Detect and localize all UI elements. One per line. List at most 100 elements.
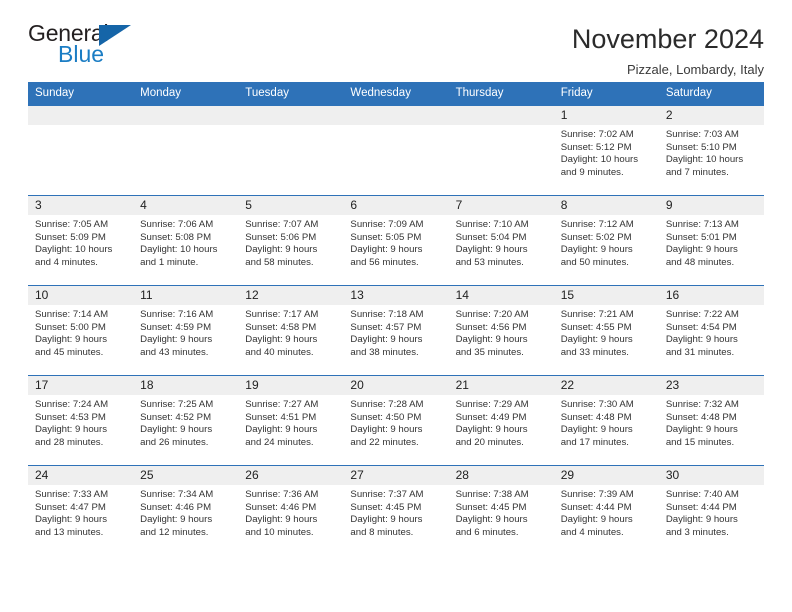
day-number: 3 [28, 196, 134, 215]
calendar-day-cell[interactable]: 28 Sunrise: 7:38 AM Sunset: 4:45 PM Dayligh… [448, 465, 554, 556]
daylight-text-line1: Daylight: 9 hours [140, 334, 213, 346]
sunset-text: Sunset: 4:58 PM [245, 321, 317, 333]
sun-info: Sunrise: 7:29 AM Sunset: 4:49 PM Daylight:… [449, 395, 554, 449]
daylight-text-line2: and 28 minutes. [35, 436, 104, 448]
calendar-day-cell[interactable]: 5 Sunrise: 7:07 AM Sunset: 5:06 PM Daylight… [238, 195, 344, 286]
daylight-text-line2: and 50 minutes. [560, 256, 629, 268]
daylight-text-line2: and 15 minutes. [665, 436, 735, 448]
calendar-day-cell[interactable]: 7 Sunrise: 7:10 AM Sunset: 5:04 PM Daylight… [448, 195, 554, 286]
sunset-text: Sunset: 4:50 PM [350, 411, 422, 423]
sun-info: Sunrise: 7:16 AM Sunset: 4:59 PM Daylight:… [133, 305, 238, 359]
sun-info: Sunrise: 7:39 AM Sunset: 4:44 PM Daylight:… [554, 485, 659, 539]
calendar-day-cell[interactable]: 12 Sunrise: 7:17 AM Sunset: 4:58 PM Dayligh… [238, 285, 344, 376]
day-number: 1 [553, 106, 659, 125]
sunset-text: Sunset: 4:46 PM [140, 501, 212, 513]
calendar-day-cell[interactable]: 30 Sunrise: 7:40 AM Sunset: 4:44 PM Dayligh… [658, 465, 764, 556]
sunset-text: Sunset: 5:12 PM [560, 141, 632, 153]
sun-info: Sunrise: 7:34 AM Sunset: 4:46 PM Daylight:… [133, 485, 238, 539]
sunrise-text: Sunrise: 7:05 AM [35, 219, 109, 230]
calendar-day-cell[interactable]: 2 Sunrise: 7:03 AM Sunset: 5:10 PM Daylight… [658, 105, 764, 196]
calendar-day-cell[interactable]: 3 Sunrise: 7:05 AM Sunset: 5:09 PM Daylight… [28, 195, 134, 286]
sun-info: Sunrise: 7:17 AM Sunset: 4:58 PM Daylight:… [238, 305, 343, 359]
general-blue-logo[interactable]: General Blue [28, 22, 138, 72]
sunset-text: Sunset: 4:48 PM [560, 411, 632, 423]
sun-info: Sunrise: 7:12 AM Sunset: 5:02 PM Daylight:… [554, 215, 659, 269]
daylight-text-line2: and 20 minutes. [455, 436, 524, 448]
day-number: 18 [133, 376, 239, 395]
calendar-day-cell[interactable]: 1 Sunrise: 7:02 AM Sunset: 5:12 PM Daylight… [553, 105, 659, 196]
sunset-text: Sunset: 5:00 PM [35, 321, 106, 333]
sunset-text: Sunset: 5:09 PM [35, 231, 106, 243]
sun-info: Sunrise: 7:25 AM Sunset: 4:52 PM Daylight:… [133, 395, 238, 449]
sun-info: Sunrise: 7:37 AM Sunset: 4:45 PM Daylight:… [343, 485, 448, 539]
sunrise-text: Sunrise: 7:40 AM [665, 489, 739, 500]
daylight-text-line1: Daylight: 9 hours [35, 514, 107, 526]
daylight-text-line1: Daylight: 9 hours [140, 424, 213, 436]
calendar-day-cell[interactable]: 20 Sunrise: 7:28 AM Sunset: 4:50 PM Dayligh… [343, 375, 449, 466]
sunrise-text: Sunrise: 7:32 AM [665, 399, 739, 410]
calendar-day-cell[interactable]: 19 Sunrise: 7:27 AM Sunset: 4:51 PM Dayligh… [238, 375, 344, 466]
calendar-day-cell[interactable]: 23 Sunrise: 7:32 AM Sunset: 4:48 PM Dayligh… [658, 375, 764, 466]
calendar-week-row: 17 Sunrise: 7:24 AM Sunset: 4:53 PM Dayligh… [28, 375, 764, 466]
calendar-day-cell[interactable]: 14 Sunrise: 7:20 AM Sunset: 4:56 PM Dayligh… [448, 285, 554, 376]
calendar-day-cell[interactable]: 24 Sunrise: 7:33 AM Sunset: 4:47 PM Dayligh… [28, 465, 134, 556]
daylight-text-line1: Daylight: 9 hours [455, 514, 528, 526]
sunrise-text: Sunrise: 7:30 AM [560, 399, 634, 410]
daylight-text-line2: and 1 minute. [140, 256, 199, 268]
weekday-header-saturday: Saturday [658, 82, 764, 106]
calendar-day-cell[interactable]: 26 Sunrise: 7:36 AM Sunset: 4:46 PM Dayligh… [238, 465, 344, 556]
sunrise-text: Sunrise: 7:06 AM [140, 219, 214, 230]
day-number [28, 106, 134, 125]
location-subtitle: Pizzale, Lombardy, Italy [626, 62, 764, 78]
sunrise-text: Sunrise: 7:09 AM [350, 219, 424, 230]
sun-info: Sunrise: 7:18 AM Sunset: 4:57 PM Daylight:… [343, 305, 448, 359]
day-number: 20 [343, 376, 449, 395]
day-number: 22 [553, 376, 659, 395]
daylight-text-line2: and 56 minutes. [350, 256, 419, 268]
calendar-day-cell[interactable]: 17 Sunrise: 7:24 AM Sunset: 4:53 PM Dayligh… [28, 375, 134, 466]
calendar-day-cell[interactable]: 22 Sunrise: 7:30 AM Sunset: 4:48 PM Dayligh… [553, 375, 659, 466]
daylight-text-line1: Daylight: 9 hours [35, 424, 107, 436]
calendar-day-cell[interactable]: 9 Sunrise: 7:13 AM Sunset: 5:01 PM Daylight… [658, 195, 764, 286]
calendar-day-cell[interactable]: 11 Sunrise: 7:16 AM Sunset: 4:59 PM Dayligh… [133, 285, 239, 376]
calendar-day-cell[interactable]: 18 Sunrise: 7:25 AM Sunset: 4:52 PM Dayligh… [133, 375, 239, 466]
sunrise-text: Sunrise: 7:33 AM [35, 489, 109, 500]
daylight-text-line2: and 58 minutes. [245, 256, 314, 268]
sunset-text: Sunset: 4:54 PM [665, 321, 737, 333]
daylight-text-line2: and 7 minutes. [665, 166, 729, 178]
sunset-text: Sunset: 4:57 PM [350, 321, 422, 333]
daylight-text-line1: Daylight: 9 hours [455, 244, 528, 256]
calendar-week-row: 1 Sunrise: 7:02 AM Sunset: 5:12 PM Daylight… [28, 105, 764, 196]
calendar-day-cell[interactable]: 29 Sunrise: 7:39 AM Sunset: 4:44 PM Dayligh… [553, 465, 659, 556]
calendar-day-cell[interactable]: 10 Sunrise: 7:14 AM Sunset: 5:00 PM Dayligh… [28, 285, 134, 376]
daylight-text-line2: and 13 minutes. [35, 526, 104, 538]
sunset-text: Sunset: 4:45 PM [350, 501, 422, 513]
sun-info: Sunrise: 7:21 AM Sunset: 4:55 PM Daylight:… [554, 305, 659, 359]
calendar-day-cell[interactable]: 21 Sunrise: 7:29 AM Sunset: 4:49 PM Dayligh… [448, 375, 554, 466]
sunrise-text: Sunrise: 7:10 AM [455, 219, 529, 230]
calendar-day-cell[interactable]: 8 Sunrise: 7:12 AM Sunset: 5:02 PM Daylight… [553, 195, 659, 286]
calendar-day-cell[interactable]: 13 Sunrise: 7:18 AM Sunset: 4:57 PM Dayligh… [343, 285, 449, 376]
sunrise-text: Sunrise: 7:16 AM [140, 309, 214, 320]
sunrise-text: Sunrise: 7:20 AM [455, 309, 529, 320]
calendar-day-cell[interactable]: 16 Sunrise: 7:22 AM Sunset: 4:54 PM Dayligh… [658, 285, 764, 376]
daylight-text-line2: and 4 minutes. [560, 526, 624, 538]
sun-info: Sunrise: 7:24 AM Sunset: 4:53 PM Daylight:… [28, 395, 133, 449]
calendar-day-cell[interactable]: 25 Sunrise: 7:34 AM Sunset: 4:46 PM Dayligh… [133, 465, 239, 556]
day-number: 24 [28, 466, 134, 485]
calendar-day-cell[interactable]: 15 Sunrise: 7:21 AM Sunset: 4:55 PM Dayligh… [553, 285, 659, 376]
calendar-day-cell[interactable]: 27 Sunrise: 7:37 AM Sunset: 4:45 PM Dayligh… [343, 465, 449, 556]
weekday-header-thursday: Thursday [448, 82, 554, 106]
day-number: 12 [238, 286, 344, 305]
sunset-text: Sunset: 4:48 PM [665, 411, 737, 423]
daylight-text-line2: and 40 minutes. [245, 346, 314, 358]
calendar-day-cell[interactable]: 6 Sunrise: 7:09 AM Sunset: 5:05 PM Daylight… [343, 195, 449, 286]
day-number: 9 [658, 196, 764, 215]
sunrise-text: Sunrise: 7:25 AM [140, 399, 214, 410]
title-block: November 2024 Pizzale, Lombardy, Italy [572, 22, 764, 77]
calendar-day-cell[interactable]: 4 Sunrise: 7:06 AM Sunset: 5:08 PM Daylight… [133, 195, 239, 286]
page-title: November 2024 [571, 24, 764, 54]
daylight-text-line1: Daylight: 9 hours [140, 514, 213, 526]
day-number: 14 [448, 286, 554, 305]
sunrise-text: Sunrise: 7:14 AM [35, 309, 109, 320]
